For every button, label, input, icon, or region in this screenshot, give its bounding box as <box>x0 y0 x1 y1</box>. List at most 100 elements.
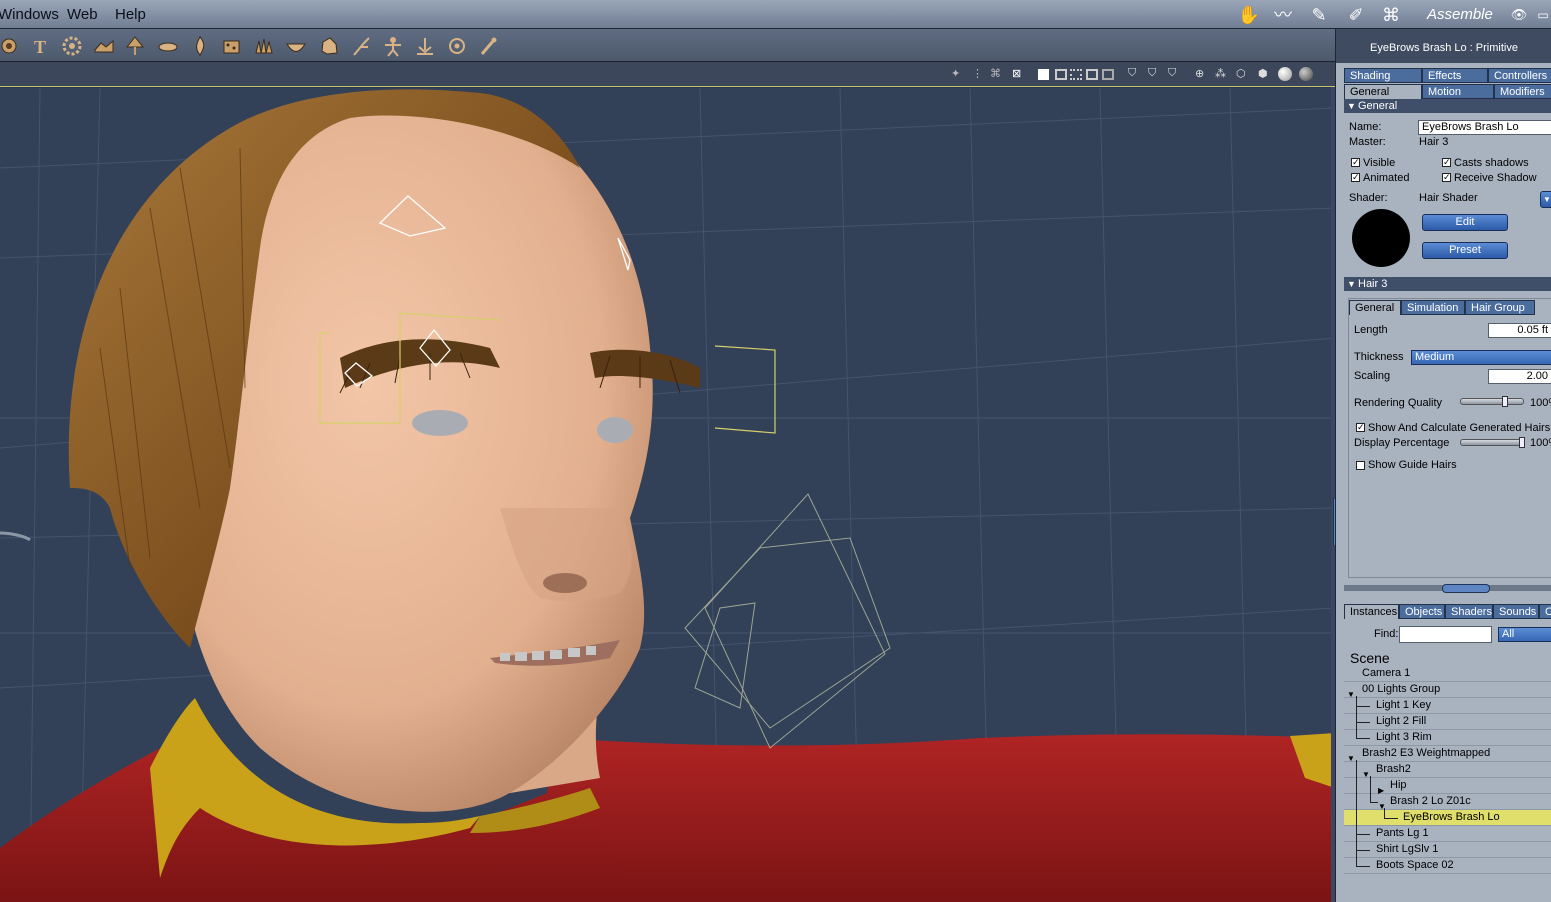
particle-tool-icon[interactable] <box>221 35 243 57</box>
light-tool-icon[interactable] <box>414 35 436 57</box>
casts-shadows-checkbox[interactable]: ✓ <box>1442 158 1451 167</box>
display-percentage-slider[interactable] <box>1460 437 1525 448</box>
scaling-field[interactable]: 2.00 <box>1488 369 1551 384</box>
tree-row-shirt[interactable]: Shirt LgSlv 1 <box>1344 840 1551 858</box>
tab-instances[interactable]: Instances <box>1344 604 1399 619</box>
move-icon[interactable]: ⊕ <box>1195 67 1209 81</box>
tree-row-lights-group[interactable]: ▼ 00 Lights Group <box>1344 682 1551 699</box>
tree-row-brash2[interactable]: ▼ Brash2 <box>1344 760 1551 779</box>
tab-more[interactable]: C <box>1539 604 1551 619</box>
eye-icon[interactable]: 👁 <box>1506 4 1532 26</box>
show-calc-hairs-checkbox[interactable]: ✓ <box>1356 423 1365 432</box>
nodes-icon[interactable]: ⁂ <box>1215 67 1229 81</box>
tree-line <box>1356 728 1357 738</box>
walk-icon[interactable]: ⋮ <box>972 67 986 81</box>
puzzle-icon[interactable]: ⌘ <box>990 67 1004 81</box>
tree-row-hip[interactable]: ▶ Hip <box>1344 776 1551 795</box>
hair-tab-simulation[interactable]: Simulation <box>1401 300 1465 315</box>
tab-shading[interactable]: Shading <box>1344 68 1422 83</box>
scene-render[interactable] <box>0 88 1335 902</box>
preset-button[interactable]: Preset <box>1422 242 1508 259</box>
receive-shadow-checkbox[interactable]: ✓ <box>1442 173 1451 182</box>
shield-b-icon[interactable]: ⛉ <box>1148 67 1162 81</box>
general-section-header[interactable]: ▼ General <box>1344 99 1551 113</box>
cloud-tool-icon[interactable] <box>157 35 179 57</box>
grid-icon[interactable]: ⊠ <box>1012 67 1026 81</box>
layout-list-icon[interactable] <box>1102 69 1114 80</box>
face-room-icon[interactable]: ✎ <box>1306 4 1332 26</box>
tab-objects[interactable]: Objects <box>1399 604 1445 619</box>
filter-dropdown[interactable]: All <box>1498 627 1551 642</box>
name-field[interactable]: EyeBrows Brash Lo <box>1418 120 1551 135</box>
tree-row-pants[interactable]: Pants Lg 1 <box>1344 824 1551 842</box>
rendering-quality-slider[interactable] <box>1460 396 1524 407</box>
tree-row-boots[interactable]: Boots Space 02 <box>1344 856 1551 874</box>
hair-room-icon[interactable]: 〰 <box>1270 4 1296 26</box>
rock-tool-icon[interactable] <box>318 35 340 57</box>
layout-two-icon[interactable] <box>1055 69 1067 80</box>
fire-tool-icon[interactable] <box>189 35 211 57</box>
tree-row-light-3-rim[interactable]: Light 3 Rim <box>1344 728 1551 746</box>
figure-icon[interactable]: ✦ <box>951 67 965 81</box>
cube-solid-icon[interactable]: ⬢ <box>1258 67 1272 81</box>
hair-tab-general[interactable]: General <box>1349 300 1401 315</box>
tree-row-camera-1[interactable]: Camera 1 <box>1344 666 1551 682</box>
edit-button[interactable]: Edit <box>1422 214 1508 231</box>
slider-thumb[interactable] <box>1502 396 1508 407</box>
menu-windows[interactable]: Windows <box>0 6 59 23</box>
thickness-dropdown[interactable]: Medium <box>1411 350 1551 365</box>
pose-room-icon[interactable]: ✐ <box>1343 4 1369 26</box>
tree-row-light-2-fill[interactable]: Light 2 Fill <box>1344 712 1551 730</box>
window-restore-icon[interactable]: ▭ <box>1530 4 1551 26</box>
hand-icon[interactable]: ✋ <box>1236 4 1262 26</box>
bowl-tool-icon[interactable] <box>285 35 307 57</box>
shield-c-icon[interactable]: ⛉ <box>1168 67 1182 81</box>
layout-grid-icon[interactable] <box>1086 69 1098 80</box>
panel-divider-handle[interactable] <box>1442 584 1490 593</box>
sphere-icon[interactable] <box>1278 67 1292 81</box>
3d-viewport[interactable] <box>0 88 1335 902</box>
room-label-assemble[interactable]: Assemble <box>1427 6 1493 23</box>
tree-row-brash-2-lo[interactable]: ▼ Brash 2 Lo Z01c <box>1344 792 1551 811</box>
shader-menu-icon[interactable]: ▼ <box>1540 191 1551 208</box>
animated-checkbox[interactable]: ✓ <box>1351 173 1360 182</box>
hair-section-header[interactable]: ▼ Hair 3 <box>1344 277 1551 291</box>
tab-controllers[interactable]: Controllers <box>1488 68 1551 83</box>
grass-tool-icon[interactable] <box>253 35 275 57</box>
find-input[interactable] <box>1399 626 1492 643</box>
slider-thumb[interactable] <box>1519 437 1525 448</box>
tab-modifiers[interactable]: Modifiers <box>1494 84 1551 99</box>
tab-motion[interactable]: Motion <box>1422 84 1494 99</box>
bone-tool-icon[interactable] <box>477 35 499 57</box>
hair-tool-icon[interactable] <box>350 35 372 57</box>
cube-icon[interactable]: ⬡ <box>1236 67 1250 81</box>
shader-value: Hair Shader <box>1419 192 1478 204</box>
tree-row-brash2-e3[interactable]: ▼ Brash2 E3 Weightmapped <box>1344 746 1551 763</box>
shader-preview-swatch[interactable] <box>1352 209 1410 267</box>
tab-shaders[interactable]: Shaders <box>1445 604 1493 619</box>
tree-row-light-1-key[interactable]: Light 1 Key <box>1344 696 1551 714</box>
gear-tool-icon[interactable] <box>61 35 83 57</box>
cloth-room-icon[interactable]: ⌘ <box>1378 4 1404 26</box>
tab-general[interactable]: General <box>1344 84 1422 99</box>
figure-tool-icon[interactable] <box>382 35 404 57</box>
sphere-shaded-icon[interactable] <box>1299 67 1313 81</box>
menu-web[interactable]: Web <box>67 6 98 23</box>
menu-help[interactable]: Help <box>115 6 146 23</box>
terrain-tool-icon[interactable] <box>93 35 115 57</box>
camera-tool-icon[interactable] <box>0 35 22 57</box>
visible-checkbox[interactable]: ✓ <box>1351 158 1360 167</box>
thickness-label: Thickness <box>1354 351 1404 363</box>
length-field[interactable]: 0.05 ft <box>1488 323 1551 338</box>
layout-single-icon[interactable] <box>1038 69 1049 80</box>
show-guide-hairs-checkbox[interactable] <box>1356 461 1365 470</box>
tree-tool-icon[interactable] <box>124 35 146 57</box>
tab-effects[interactable]: Effects <box>1422 68 1488 83</box>
layout-four-icon[interactable] <box>1070 69 1082 80</box>
hair-tab-hair-group[interactable]: Hair Group <box>1465 300 1535 315</box>
target-tool-icon[interactable] <box>446 35 468 57</box>
shield-a-icon[interactable]: ⛉ <box>1128 67 1142 81</box>
text-tool-icon[interactable]: T <box>30 35 52 57</box>
tab-sounds[interactable]: Sounds <box>1493 604 1539 619</box>
tree-row-eyebrows-brash-lo[interactable]: EyeBrows Brash Lo <box>1344 808 1551 826</box>
